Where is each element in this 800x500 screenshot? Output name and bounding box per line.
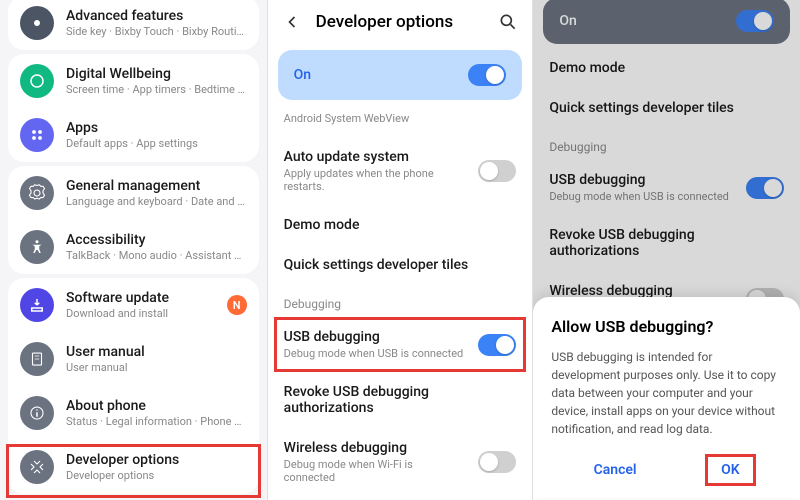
item-title: User manual	[66, 343, 247, 361]
back-icon[interactable]	[282, 12, 302, 32]
row-revoke[interactable]: Revoke USB debugging authorizations	[268, 372, 533, 428]
item-title: About phone	[66, 397, 247, 415]
accessibility-icon	[20, 230, 54, 264]
on-label: On	[294, 67, 469, 83]
row-sub: Debug mode when USB is connected	[284, 347, 467, 360]
settings-item-accessibility[interactable]: Accessibility TalkBack · Mono audio · As…	[8, 220, 259, 274]
page-title: Developer options	[316, 12, 485, 32]
master-toggle-row[interactable]: On	[543, 0, 790, 44]
features-icon	[20, 6, 54, 40]
settings-item-update[interactable]: Software update Download and install N	[8, 278, 259, 332]
row-quicksettings[interactable]: Quick settings developer tiles	[533, 88, 800, 128]
row-title: Auto update system	[284, 149, 467, 165]
search-icon[interactable]	[498, 12, 518, 32]
item-title: Developer options	[66, 451, 247, 469]
gear-icon	[20, 176, 54, 210]
row-demo[interactable]: Demo mode	[268, 205, 533, 245]
row-title: USB debugging	[284, 329, 467, 345]
usb-debugging-toggle[interactable]	[478, 334, 516, 356]
update-badge: N	[227, 295, 247, 315]
row-quicksettings[interactable]: Quick settings developer tiles	[268, 245, 533, 285]
apps-icon	[20, 118, 54, 152]
item-sub: Developer options	[66, 469, 247, 483]
item-sub: Screen time · App timers · Bedtime mode	[66, 83, 247, 97]
wellbeing-icon	[20, 64, 54, 98]
about-icon	[20, 396, 54, 430]
settings-item-wellbeing[interactable]: Digital Wellbeing Screen time · App time…	[8, 54, 259, 108]
row-title: Wireless debugging	[284, 440, 467, 456]
row-adb-timeout[interactable]: Disable adb authorization timeout Disabl…	[268, 496, 533, 500]
row-wireless[interactable]: Wireless debugging Debug mode when Wi-Fi…	[268, 428, 533, 496]
settings-item-general[interactable]: General management Language and keyboard…	[8, 166, 259, 220]
item-title: Advanced features	[66, 7, 247, 25]
item-sub: Status · Legal information · Phone name	[66, 415, 247, 429]
section-debugging: Debugging	[533, 128, 800, 160]
master-toggle[interactable]	[468, 64, 506, 86]
settings-item-advanced[interactable]: Advanced features Side key · Bixby Touch…	[8, 0, 259, 50]
item-sub: Side key · Bixby Touch · Bixby Routines	[66, 25, 247, 39]
settings-item-manual[interactable]: User manual User manual	[8, 332, 259, 386]
ok-button[interactable]: OK	[709, 456, 752, 484]
item-sub: Default apps · App settings	[66, 137, 247, 151]
cancel-button[interactable]: Cancel	[582, 456, 649, 484]
dev-icon	[20, 450, 54, 484]
item-sub: Download and install	[66, 307, 215, 321]
item-title: Digital Wellbeing	[66, 65, 247, 83]
row-usb-debugging[interactable]: USB debugging Debug mode when USB is con…	[533, 160, 800, 215]
manual-icon	[20, 342, 54, 376]
item-title: Software update	[66, 289, 215, 307]
update-icon	[20, 288, 54, 322]
usb-debugging-toggle[interactable]	[746, 177, 784, 199]
dialog: Allow USB debugging? USB debugging is in…	[533, 297, 800, 498]
row-sub: Android System WebView	[284, 112, 517, 125]
item-sub: TalkBack · Mono audio · Assistant menu	[66, 249, 247, 263]
row-sub: Debug mode when Wi-Fi is connected	[284, 458, 467, 484]
row-title: Quick settings developer tiles	[549, 100, 784, 116]
dialog-title: Allow USB debugging?	[551, 317, 782, 336]
item-title: Accessibility	[66, 231, 247, 249]
settings-item-apps[interactable]: Apps Default apps · App settings	[8, 108, 259, 162]
settings-item-developer[interactable]: Developer options Developer options	[8, 440, 259, 494]
row-sub: Debug mode when USB is connected	[549, 190, 734, 203]
item-sub: Language and keyboard · Date and time	[66, 195, 247, 209]
row-webview[interactable]: Android System WebView	[268, 106, 533, 137]
on-label: On	[559, 13, 736, 29]
item-title: General management	[66, 177, 247, 195]
item-title: Apps	[66, 119, 247, 137]
header: Developer options	[268, 0, 533, 44]
row-title: Quick settings developer tiles	[284, 257, 517, 273]
settings-item-about[interactable]: About phone Status · Legal information ·…	[8, 386, 259, 440]
dialog-body: USB debugging is intended for developmen…	[551, 348, 782, 438]
master-toggle[interactable]	[736, 10, 774, 32]
row-title: Demo mode	[284, 217, 517, 233]
item-sub: User manual	[66, 361, 247, 375]
row-usb-debugging[interactable]: USB debugging Debug mode when USB is con…	[268, 317, 533, 372]
row-auto-update[interactable]: Auto update system Apply updates when th…	[268, 137, 533, 205]
section-debugging: Debugging	[268, 285, 533, 317]
auto-update-toggle[interactable]	[478, 160, 516, 182]
row-title: USB debugging	[549, 172, 734, 188]
row-revoke[interactable]: Revoke USB debugging authorizations	[533, 215, 800, 271]
master-toggle-row[interactable]: On	[278, 50, 523, 100]
row-title: Revoke USB debugging authorizations	[284, 384, 517, 416]
row-sub: Apply updates when the phone restarts.	[284, 167, 467, 193]
row-title: Revoke USB debugging authorizations	[549, 227, 784, 259]
wireless-toggle[interactable]	[478, 451, 516, 473]
row-demo[interactable]: Demo mode	[533, 48, 800, 88]
row-title: Demo mode	[549, 60, 784, 76]
